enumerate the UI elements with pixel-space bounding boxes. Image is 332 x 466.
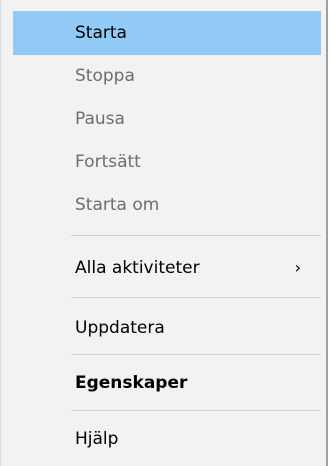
menu-item-label: Pausa — [75, 109, 125, 129]
menu-item-label: Stoppa — [75, 66, 135, 86]
menu-item-label: Uppdatera — [75, 318, 165, 338]
menu-item-label: Fortsätt — [75, 152, 141, 172]
menu-item-label: Alla aktiviteter — [75, 258, 200, 278]
menu-item-starta-om[interactable]: Starta om — [13, 183, 321, 227]
menu-separator — [71, 354, 321, 355]
menu-item-pausa[interactable]: Pausa — [13, 97, 321, 141]
menu-item-uppdatera[interactable]: Uppdatera — [13, 306, 321, 350]
menu-item-stoppa[interactable]: Stoppa — [13, 54, 321, 98]
menu-item-label: Starta — [75, 23, 127, 43]
menu-separator — [71, 410, 321, 411]
menu-item-label: Starta om — [75, 195, 160, 215]
menu-item-alla-aktiviteter[interactable]: Alla aktiviteter › — [13, 246, 321, 290]
menu-item-label: Egenskaper — [75, 373, 188, 393]
menu-item-egenskaper[interactable]: Egenskaper — [13, 361, 321, 405]
menu-item-fortsatt[interactable]: Fortsätt — [13, 140, 321, 184]
context-menu: Starta Stoppa Pausa Fortsätt Starta om A… — [0, 0, 328, 466]
menu-item-hjalp[interactable]: Hjälp — [13, 417, 321, 461]
menu-item-starta[interactable]: Starta — [13, 11, 321, 55]
menu-separator — [71, 235, 321, 236]
menu-separator — [71, 297, 321, 298]
menu-item-label: Hjälp — [75, 429, 119, 449]
chevron-right-icon: › — [294, 258, 301, 277]
